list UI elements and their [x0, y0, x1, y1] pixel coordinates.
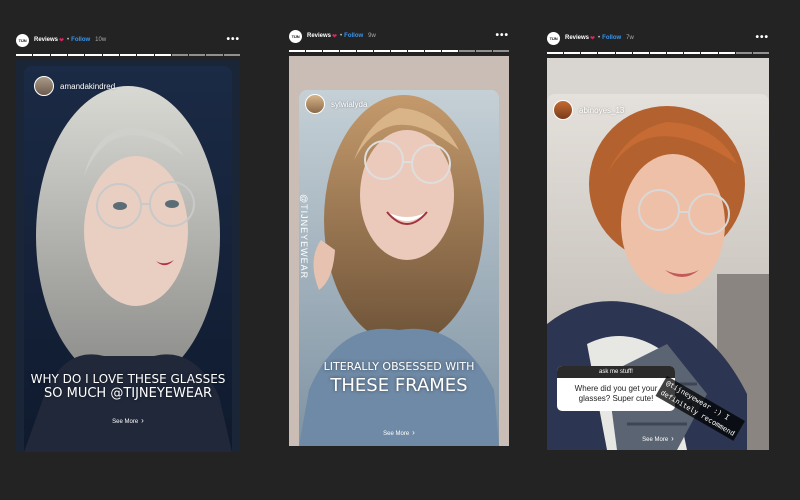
story-user[interactable]: sylwialyda [305, 94, 367, 114]
username[interactable]: amandakindred [60, 82, 115, 91]
account-name[interactable]: Reviews [34, 37, 58, 43]
user-avatar[interactable] [305, 94, 325, 114]
brand-avatar[interactable]: TIJN [289, 29, 302, 43]
heart-icon: ❤ [332, 33, 338, 40]
more-options-icon[interactable]: ••• [226, 35, 240, 45]
story-progress-bar [547, 52, 770, 54]
story-header: TIJN Reviews ❤ • Follow 7w ••• [547, 28, 769, 48]
more-options-icon[interactable]: ••• [495, 31, 509, 41]
chevron-right-icon: › [671, 434, 674, 443]
story-progress-bar [16, 54, 241, 56]
story-media[interactable]: amandakindred WHY DO I LOVE THESE GLASSE… [16, 60, 240, 452]
story-progress-bar [289, 50, 509, 52]
reposted-story: abinoyes_13 ask me stuff! Where did you … [547, 94, 769, 450]
separator-dot: • [598, 35, 601, 41]
story-user[interactable]: abinoyes_13 [553, 100, 624, 120]
story-card-2: TIJN Reviews ❤ • Follow 9w ••• sylwialyd… [289, 26, 509, 446]
post-age: 7w [626, 35, 634, 41]
see-more-link[interactable]: See More › [547, 434, 769, 443]
chevron-right-icon: › [141, 416, 144, 425]
brand-avatar[interactable]: TIJN [16, 33, 29, 47]
reposted-story: amandakindred WHY DO I LOVE THESE GLASSE… [24, 66, 232, 452]
follow-button[interactable]: Follow [602, 35, 621, 41]
story-card-1: TIJN Reviews ❤ • Follow 10w ••• amandaki… [16, 30, 241, 452]
see-more-link[interactable]: See More › [24, 416, 232, 425]
separator-dot: • [67, 37, 70, 43]
user-avatar[interactable] [34, 76, 54, 96]
story-caption: WHY DO I LOVE THESE GLASSES SO MUCH @TIJ… [30, 372, 226, 402]
account-name[interactable]: Reviews [565, 35, 589, 41]
more-options-icon[interactable]: ••• [755, 33, 769, 43]
username[interactable]: sylwialyda [331, 100, 367, 109]
account-name[interactable]: Reviews [307, 33, 331, 39]
post-age: 10w [95, 37, 107, 43]
chevron-right-icon: › [412, 428, 415, 437]
user-avatar[interactable] [553, 100, 573, 120]
story-header: TIJN Reviews ❤ • Follow 9w ••• [289, 26, 509, 46]
question-title: ask me stuff! [557, 366, 675, 378]
mention-sticker: @TIJNEYEWEAR [299, 194, 309, 280]
reposted-story: sylwialyda @TIJNEYEWEAR LITERALLY OBSESS… [299, 90, 499, 446]
story-header: TIJN Reviews ❤ • Follow 10w ••• [16, 30, 240, 50]
story-user[interactable]: amandakindred [34, 76, 115, 96]
story-caption: LITERALLY OBSESSED WITH THESE FRAMES [323, 360, 475, 397]
story-card-3: TIJN Reviews ❤ • Follow 7w ••• abinoyes_… [547, 28, 770, 450]
question-sticker: ask me stuff! Where did you get your gla… [557, 366, 675, 411]
heart-icon: ❤ [590, 35, 596, 42]
heart-icon: ❤ [59, 37, 65, 44]
see-more-link[interactable]: See More › [299, 428, 499, 437]
brand-avatar[interactable]: TIJN [547, 31, 560, 45]
story-media[interactable]: sylwialyda @TIJNEYEWEAR LITERALLY OBSESS… [289, 56, 509, 446]
username[interactable]: abinoyes_13 [579, 106, 624, 115]
post-age: 9w [368, 33, 376, 39]
separator-dot: • [340, 33, 343, 39]
follow-button[interactable]: Follow [344, 33, 363, 39]
follow-button[interactable]: Follow [71, 37, 90, 43]
story-media[interactable]: abinoyes_13 ask me stuff! Where did you … [547, 58, 769, 450]
